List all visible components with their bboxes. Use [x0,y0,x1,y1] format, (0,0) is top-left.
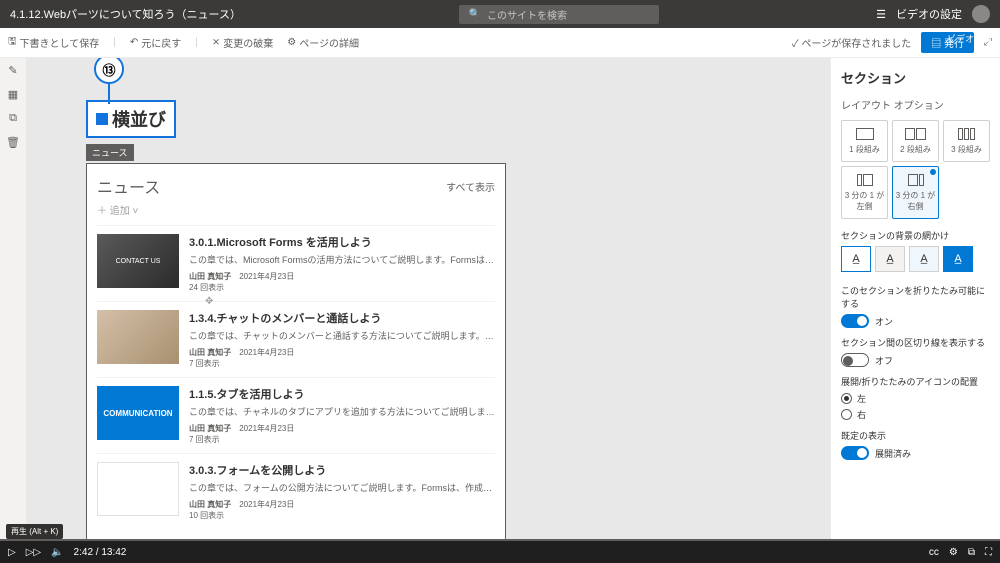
settings-label[interactable]: ビデオの設定 [896,6,962,22]
page-details-button[interactable]: ⚙ ページの詳細 [287,35,359,50]
news-desc: この章では、Microsoft Formsの活用方法についてご説明します。For… [189,253,495,266]
drag-handle-icon[interactable]: ✥ [205,296,213,307]
news-item[interactable]: 1.3.4.チャットのメンバーと通話しよう この章では、チャットのメンバーと通話… [97,301,495,377]
icon-pos-right[interactable]: 右 [841,408,990,421]
shade-strong[interactable]: A̲ [943,246,973,272]
collapsible-toggle[interactable]: オン [841,314,990,328]
layout-3col[interactable]: 3 段組み [943,120,990,162]
shade-label: セクションの背景の網かけ [841,229,990,242]
rail-copy-icon[interactable]: ⧉ [6,112,20,126]
section-properties-pane: セクション レイアウト オプション 1 段組み 2 段組み 3 段組み 3 分の… [830,58,1000,541]
news-thumbnail: COMMUNICATION [97,386,179,440]
search-input[interactable]: 🔍 このサイトを検索 [459,5,659,24]
icon-position-label: 展開/折りたたみのアイコンの配置 [841,375,990,388]
news-desc: この章では、チャットのメンバーと通話する方法についてご説明します。チャットで… [189,329,495,342]
rail-edit-icon[interactable]: ✎ [6,64,20,78]
news-webpart[interactable]: ニュース すべて表示 ＋ 追加 ˅ CONTACT US 3.0.1.Micro… [86,163,506,540]
news-title: 3.0.3.フォームを公開しよう [189,462,495,478]
play-tooltip: 再生 (Alt + K) [6,524,63,539]
news-title: 3.0.1.Microsoft Forms を活用しよう [189,234,495,250]
help-link[interactable]: ヘルプ [938,60,992,74]
divider-label: セクション間の区切り線を表示する [841,336,990,349]
news-thumbnail [97,310,179,364]
see-all-link[interactable]: すべて表示 [446,179,495,194]
news-title: 1.3.4.チャットのメンバーと通話しよう [189,310,495,326]
discard-button[interactable]: ⨯ 変更の破棄 [212,35,273,50]
icon-pos-left[interactable]: 左 [841,392,990,405]
command-bar: 🖫 下書きとして保存 | ↶ 元に戻す | ⨯ 変更の破棄 ⚙ ページの詳細 ✓… [0,28,1000,58]
news-thumbnail [97,462,179,516]
page-canvas[interactable]: ⑬ 横並び ニュース ニュース すべて表示 ＋ 追加 ˅ CONTACT US … [26,58,830,541]
rail-grid-icon[interactable]: ▦ [6,88,20,102]
search-icon: 🔍 [469,9,481,20]
video-time: 2:42 / 13:42 [74,547,127,558]
saved-indicator: ✓ ページが保存されました [792,35,911,50]
rail-delete-icon[interactable]: 🗑 [6,136,20,150]
save-draft-button[interactable]: 🖫 下書きとして保存 [8,34,99,51]
skip-button[interactable]: ▷▷ [26,547,41,558]
about-link[interactable]: ビデオについて [938,32,992,60]
layout-third-right[interactable]: 3 分の 1 が右側 [892,166,939,219]
settings-button[interactable]: ⚙ [949,547,958,558]
shade-soft[interactable]: A̲ [909,246,939,272]
play-button[interactable]: ▷ [8,547,16,558]
webpart-title: ニュース [97,174,160,198]
section-heading-box[interactable]: 横並び [86,100,176,138]
undo-button[interactable]: ↶ 元に戻す [130,35,181,50]
tutorial-callout: ⑬ [94,58,124,84]
layout-third-left[interactable]: 3 分の 1 が左側 [841,166,888,219]
news-item[interactable]: CONTACT US 3.0.1.Microsoft Forms を活用しよう … [97,225,495,301]
shade-neutral[interactable]: A̲ [875,246,905,272]
collapsible-label: このセクションを折りたたみ可能にする [841,284,990,310]
avatar[interactable] [972,5,990,23]
news-desc: この章では、フォームの公開方法についてご説明します。Formsは、作成したフォー… [189,481,495,494]
news-item[interactable]: 3.0.3.フォームを公開しよう この章では、フォームの公開方法についてご説明し… [97,453,495,529]
fullscreen-button[interactable]: ⛶ [985,547,992,558]
left-rail: ✎ ▦ ⧉ 🗑 [0,58,26,541]
video-help-links: ビデオについて ヘルプ [930,28,1000,78]
video-controls: ▷ ▷▷ 🔈 2:42 / 13:42 cc ⚙ ⧉ ⛶ [0,541,1000,563]
add-news-button[interactable]: ＋ 追加 ˅ [97,202,495,217]
layout-1col[interactable]: 1 段組み [841,120,888,162]
default-display-toggle[interactable]: 展開済み [841,446,990,460]
video-title: 4.1.12.Webパーツについて知ろう（ニュース） [10,6,241,22]
webpart-type-label: ニュース [86,144,134,161]
news-desc: この章では、チャネルのタブにアプリを追加する方法についてご説明します。チャネ… [189,405,495,418]
captions-button[interactable]: cc [929,547,939,558]
volume-button[interactable]: 🔈 [51,547,63,558]
layout-2col[interactable]: 2 段組み [892,120,939,162]
video-topbar: 4.1.12.Webパーツについて知ろう（ニュース） 🔍 このサイトを検索 ☰ … [0,0,1000,28]
default-display-label: 既定の表示 [841,429,990,442]
layout-options-label: レイアウト オプション [841,97,990,112]
news-thumbnail: CONTACT US [97,234,179,288]
divider-toggle[interactable]: オフ [841,353,990,367]
settings-icon[interactable]: ☰ [876,8,886,21]
news-item[interactable]: COMMUNICATION 1.1.5.タブを活用しよう この章では、チャネルの… [97,377,495,453]
pip-button[interactable]: ⧉ [968,547,975,558]
section-heading: 横並び [112,106,166,132]
shade-none[interactable]: A̲ [841,246,871,272]
heading-marker-icon [96,113,108,125]
news-title: 1.1.5.タブを活用しよう [189,386,495,402]
